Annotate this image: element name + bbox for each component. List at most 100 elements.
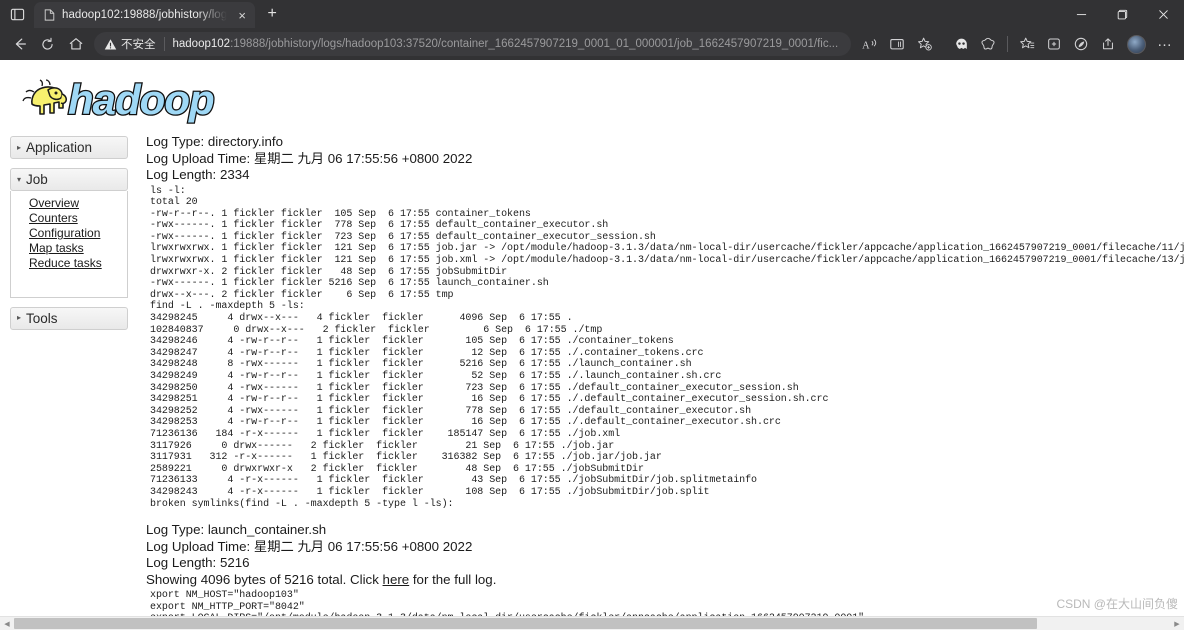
log-block: Log Type: launch_container.sh Log Upload… — [146, 522, 1184, 616]
extension-ghost-button[interactable] — [948, 31, 974, 57]
more-options-button[interactable]: … — [1152, 31, 1178, 57]
security-warning-label: 不安全 — [121, 39, 156, 51]
page-body: ▸ Application ▾ Job Overview Counters Co… — [0, 132, 1184, 616]
log-body: xport NM_HOST="hadoop103" export NM_HTTP… — [150, 590, 864, 616]
sidebar-item-application[interactable]: ▸ Application — [10, 136, 128, 159]
tab-actions-button[interactable] — [0, 0, 34, 28]
sidebar-section-job: ▾ Job Overview Counters Configuration Ma… — [10, 168, 128, 298]
new-tab-button[interactable]: + — [259, 1, 285, 27]
collections-button[interactable] — [975, 31, 1001, 57]
home-icon — [69, 38, 82, 50]
sidebar-link-map-tasks[interactable]: Map tasks — [29, 241, 121, 256]
address-bar-url[interactable]: hadoop102:19888/jobhistory/logs/hadoop10… — [173, 38, 844, 50]
add-favorite-button[interactable] — [911, 31, 937, 57]
minimize-button[interactable] — [1061, 0, 1102, 28]
maximize-icon — [1117, 9, 1128, 19]
omnibox-divider — [163, 37, 165, 51]
log-length: Log Length: 5216 — [146, 555, 250, 571]
log-body: ls -l: total 20 -rw-r--r--. 1 fickler fi… — [150, 185, 1184, 510]
chevron-right-icon: ▸ — [17, 142, 22, 152]
hadoop-wordmark: hadoop — [67, 75, 217, 125]
hadoop-logo-icon: hadoop — [22, 75, 217, 125]
log-upload-time: Log Upload Time: 星期二 九月 06 17:55:56 +080… — [146, 538, 473, 554]
scrollbar-thumb[interactable] — [14, 617, 1038, 629]
log-block: Log Type: directory.info Log Upload Time… — [146, 134, 1184, 510]
maximize-button[interactable] — [1102, 0, 1143, 28]
tab-search-icon — [10, 8, 24, 20]
share-button[interactable] — [1095, 31, 1121, 57]
browser-tab[interactable]: hadoop102:19888/jobhistory/log × — [34, 2, 256, 28]
add-collection-button[interactable] — [1041, 31, 1067, 57]
sidebar-nav: ▸ Application ▾ Job Overview Counters Co… — [10, 136, 128, 330]
sidebar-item-tools[interactable]: ▸ Tools — [10, 306, 128, 330]
sidebar-job-links: Overview Counters Configuration Map task… — [10, 191, 128, 298]
sidebar-link-configuration[interactable]: Configuration — [29, 226, 121, 241]
address-bar[interactable]: 不安全 hadoop102:19888/jobhistory/logs/hado… — [94, 32, 851, 56]
extension-ghost-icon — [955, 38, 967, 49]
tab-strip: hadoop102:19888/jobhistory/log × + — [0, 0, 1184, 28]
back-arrow-icon — [15, 38, 26, 50]
navigation-toolbar: 不安全 hadoop102:19888/jobhistory/logs/hado… — [0, 28, 1184, 60]
log-type: Log Type: directory.info — [146, 134, 283, 149]
page-viewport: hadoop ▸ Application ▾ Job Overview Coun… — [0, 60, 1184, 630]
csdn-watermark: CSDN @在大山间负傻 — [1056, 597, 1178, 611]
read-aloud-button[interactable]: A — [857, 31, 883, 57]
log-upload-time: Log Upload Time: 星期二 九月 06 17:55:56 +080… — [146, 150, 473, 166]
sidebar-item-label: Application — [26, 140, 93, 155]
sidebar-link-reduce-tasks[interactable]: Reduce tasks — [29, 256, 121, 271]
log-truncation-notice: Showing 4096 bytes of 5216 total. Click … — [146, 572, 1184, 589]
warning-triangle-icon — [104, 38, 117, 50]
collections-icon — [981, 37, 995, 50]
log-block-separator — [146, 510, 1184, 522]
log-length: Log Length: 2334 — [146, 167, 250, 182]
tab-close-button[interactable]: × — [233, 6, 251, 24]
close-icon — [1159, 9, 1168, 19]
favorites-button[interactable] — [1014, 31, 1040, 57]
svg-text:hadoop: hadoop — [68, 76, 214, 123]
site-header: hadoop — [0, 60, 1184, 132]
sidebar-item-label: Tools — [26, 310, 58, 326]
split-screen-button[interactable] — [884, 31, 910, 57]
scroll-right-arrow[interactable]: ▶ — [1170, 617, 1184, 630]
sidebar-item-label: Job — [26, 172, 48, 187]
back-button[interactable] — [6, 31, 33, 58]
log-type: Log Type: launch_container.sh — [146, 522, 327, 538]
sidebar-link-counters[interactable]: Counters — [29, 211, 121, 226]
browser-essentials-button[interactable] — [1068, 31, 1094, 57]
horizontal-scrollbar[interactable]: ◀ ▶ — [0, 616, 1184, 630]
sidebar-item-job[interactable]: ▾ Job — [10, 168, 128, 191]
reload-button[interactable] — [34, 31, 61, 58]
sidebar-section-application: ▸ Application — [10, 136, 128, 159]
omnibox-actions: A — [857, 31, 937, 57]
favorites-icon — [1019, 37, 1034, 49]
tab-title: hadoop102:19888/jobhistory/log — [62, 9, 228, 21]
sidebar-section-tools: ▸ Tools — [10, 306, 128, 330]
read-aloud-icon: A — [862, 38, 876, 51]
truncation-suffix: for the full log. — [409, 571, 497, 587]
page-icon — [43, 9, 56, 22]
security-warning[interactable]: 不安全 — [104, 36, 156, 52]
home-button[interactable] — [62, 31, 89, 58]
url-path: :19888/jobhistory/logs/hadoop103:37520/c… — [230, 38, 839, 50]
url-host: hadoop102 — [172, 38, 231, 50]
full-log-link[interactable]: here — [383, 572, 410, 587]
close-window-button[interactable] — [1143, 0, 1184, 28]
svg-text:A: A — [862, 40, 870, 51]
avatar[interactable] — [1127, 34, 1146, 54]
elephant-glyph — [22, 79, 67, 115]
hadoop-jobhistory-page: hadoop ▸ Application ▾ Job Overview Coun… — [0, 60, 1184, 616]
share-icon — [1103, 38, 1113, 50]
minimize-icon — [1076, 13, 1087, 15]
scroll-left-arrow[interactable]: ◀ — [0, 617, 14, 630]
browser-window: hadoop102:19888/jobhistory/log × + 不安全 h… — [0, 0, 1184, 630]
split-screen-icon — [890, 39, 904, 50]
sidebar-link-overview[interactable]: Overview — [29, 196, 121, 211]
chevron-down-icon: ▾ — [17, 174, 22, 184]
scrollbar-track[interactable] — [14, 617, 1170, 630]
add-collection-icon — [1048, 38, 1060, 50]
window-controls — [1061, 0, 1184, 28]
hadoop-logo[interactable]: hadoop — [12, 70, 252, 126]
truncation-prefix: Showing 4096 bytes of 5216 total. Click — [146, 571, 383, 587]
